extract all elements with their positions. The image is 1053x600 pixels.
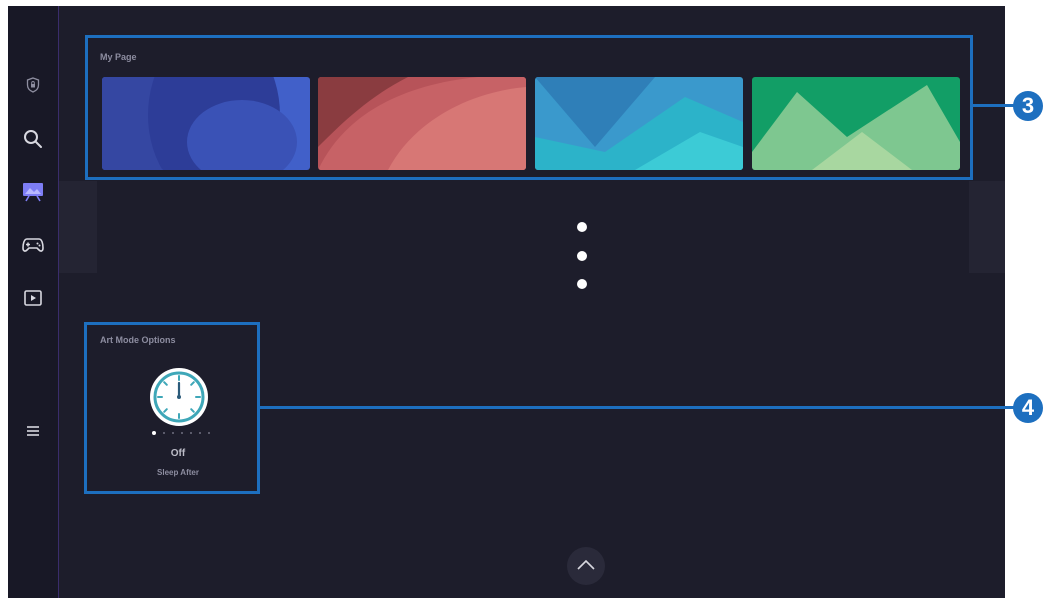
callout-line-4 — [260, 406, 1014, 409]
callout-box-my-page — [85, 35, 973, 180]
ambient-art-icon[interactable] — [21, 180, 45, 204]
callout-badge-4: 4 — [1013, 393, 1043, 423]
media-play-icon[interactable] — [21, 286, 45, 310]
sidebar — [8, 6, 59, 598]
more-indicator-dot — [577, 222, 587, 232]
callout-badge-3: 3 — [1013, 91, 1043, 121]
menu-icon[interactable] — [21, 419, 45, 443]
row-background-left — [59, 181, 97, 273]
callout-box-art-mode-options — [84, 322, 260, 494]
more-indicator-dot — [577, 279, 587, 289]
privacy-shield-icon[interactable] — [21, 73, 45, 97]
chevron-up-icon — [577, 557, 595, 575]
scroll-up-button[interactable] — [567, 547, 605, 585]
row-background-right — [969, 181, 1005, 273]
search-icon[interactable] — [21, 127, 45, 151]
more-indicator-dot — [577, 251, 587, 261]
callout-line-3 — [973, 104, 1014, 107]
game-controller-icon[interactable] — [21, 233, 45, 257]
